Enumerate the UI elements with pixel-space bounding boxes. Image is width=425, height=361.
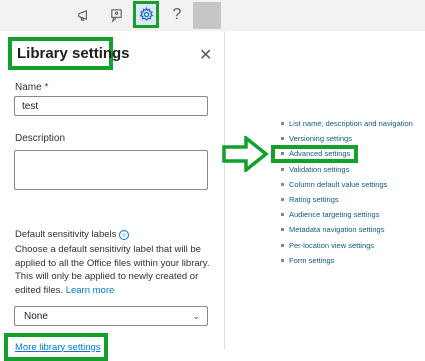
close-icon[interactable]: ✕: [199, 45, 212, 65]
sensitivity-label: Default sensitivity labels: [15, 229, 117, 240]
settings-link[interactable]: Validation settings: [281, 164, 413, 179]
gear-icon[interactable]: [133, 1, 159, 28]
megaphone-icon[interactable]: [72, 3, 96, 27]
more-settings-highlight: More library settings: [4, 333, 108, 361]
description-field[interactable]: [14, 150, 208, 190]
arrow-icon: [222, 136, 269, 172]
name-label: Name *: [15, 82, 48, 93]
panel-title-highlight: Library settings: [8, 37, 130, 70]
info-icon[interactable]: i: [119, 230, 129, 240]
help-glyph: ?: [172, 6, 182, 23]
settings-link[interactable]: Per-location view settings: [281, 240, 413, 255]
advanced-settings-highlight: [271, 145, 358, 163]
settings-link[interactable]: Form settings: [281, 255, 413, 270]
top-bar: ?: [0, 0, 425, 31]
panel-title: Library settings: [17, 45, 130, 62]
settings-link[interactable]: Metadata navigation settings: [281, 224, 413, 239]
settings-link[interactable]: Rating settings: [281, 194, 413, 209]
settings-link[interactable]: Audience targeting settings: [281, 209, 413, 224]
sensitivity-dropdown[interactable]: None ⌄: [14, 306, 208, 326]
sensitivity-selected: None: [24, 311, 48, 322]
name-label-text: Name: [15, 82, 42, 93]
feedback-icon[interactable]: [104, 3, 128, 27]
more-library-settings-link[interactable]: More library settings: [15, 342, 101, 353]
required-marker: *: [44, 82, 49, 93]
sensitivity-help-text: Choose a default sensitivity label that …: [15, 243, 215, 297]
library-settings-panel: Library settings ✕ Name * test Descripti…: [0, 31, 225, 361]
settings-link[interactable]: Column default value settings: [281, 179, 413, 194]
learn-more-link[interactable]: Learn more: [66, 285, 115, 296]
name-field[interactable]: test: [14, 96, 208, 116]
description-label: Description: [15, 133, 66, 144]
settings-link[interactable]: List name, description and navigation: [281, 118, 413, 133]
avatar[interactable]: [193, 2, 221, 29]
chevron-down-icon: ⌄: [192, 311, 200, 321]
settings-list: List name, description and navigation Ve…: [281, 118, 413, 270]
help-icon[interactable]: ?: [165, 3, 189, 27]
